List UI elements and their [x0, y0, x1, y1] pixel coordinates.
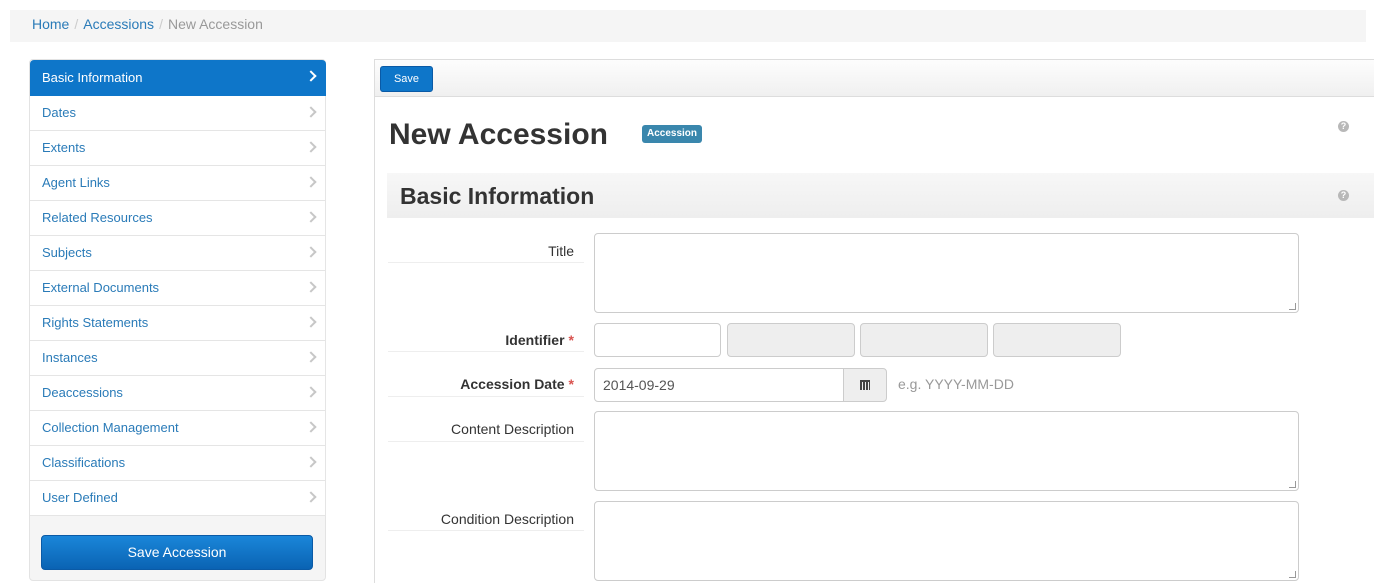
title-label-text: Title	[548, 243, 574, 259]
sidebar-item-subjects[interactable]: Subjects	[30, 236, 326, 271]
breadcrumb-separator: /	[74, 16, 79, 32]
save-accession-button[interactable]: Save Accession	[41, 535, 313, 570]
sidebar-item-related-resources[interactable]: Related Resources	[30, 201, 326, 236]
save-button[interactable]: Save	[380, 66, 433, 92]
sidebar-item-agent-links[interactable]: Agent Links	[30, 166, 326, 201]
sidebar-item-extents[interactable]: Extents	[30, 131, 326, 166]
sidebar-item-label: Basic Information	[42, 70, 143, 85]
calendar-button[interactable]	[843, 368, 887, 402]
chevron-right-icon	[305, 456, 317, 468]
sidebar-item-label: Instances	[42, 350, 98, 365]
sidebar-nav: Basic Information Dates Extents Agent Li…	[30, 60, 326, 516]
sidebar-item-label: Classifications	[42, 455, 126, 470]
breadcrumb-separator: /	[159, 16, 163, 32]
identifier-input-3[interactable]	[860, 323, 988, 357]
identifier-input-4[interactable]	[993, 323, 1121, 357]
resize-handle-icon[interactable]	[1289, 481, 1296, 488]
calendar-icon	[860, 380, 870, 390]
chevron-right-icon	[305, 70, 317, 82]
chevron-right-icon	[305, 351, 317, 363]
breadcrumb-accessions-link[interactable]: Accessions	[83, 16, 154, 32]
row-divider	[388, 530, 584, 531]
sidebar-item-label: User Defined	[42, 490, 118, 505]
required-asterisk-icon: *	[568, 332, 574, 348]
identifier-input-2[interactable]	[727, 323, 855, 357]
sidebar-item-label: Collection Management	[42, 420, 179, 435]
sidebar-item-label: Extents	[42, 140, 86, 155]
title-label: Title	[388, 243, 584, 259]
chevron-right-icon	[305, 246, 317, 258]
condition-description-label: Condition Description	[388, 511, 584, 527]
main-content: Save New Accession Accession ? Basic Inf…	[374, 59, 1374, 583]
sidebar: Basic Information Dates Extents Agent Li…	[29, 59, 326, 581]
sidebar-item-label: Related Resources	[42, 210, 153, 225]
identifier-label: Identifier *	[388, 332, 584, 348]
record-type-badge: Accession	[642, 125, 703, 143]
accession-date-input[interactable]: 2014-09-29	[594, 368, 844, 402]
sidebar-item-rights-statements[interactable]: Rights Statements	[30, 306, 326, 341]
chevron-right-icon	[305, 176, 317, 188]
accession-date-label: Accession Date *	[388, 376, 584, 392]
content-description-textarea[interactable]	[594, 411, 1299, 491]
identifier-input-1[interactable]	[594, 323, 721, 357]
chevron-right-icon	[305, 281, 317, 293]
chevron-right-icon	[305, 386, 317, 398]
page-title: New Accession	[389, 118, 608, 151]
sidebar-item-label: Dates	[42, 105, 76, 120]
identifier-label-text: Identifier	[505, 332, 565, 348]
date-format-hint: e.g. YYYY-MM-DD	[898, 376, 1014, 392]
sidebar-item-user-defined[interactable]: User Defined	[30, 481, 326, 516]
chevron-right-icon	[305, 106, 317, 118]
toolbar: Save	[375, 60, 1374, 97]
row-divider	[388, 396, 584, 397]
sidebar-item-label: Deaccessions	[42, 385, 123, 400]
accession-date-label-text: Accession Date	[460, 376, 565, 392]
sidebar-item-instances[interactable]: Instances	[30, 341, 326, 376]
sidebar-item-dates[interactable]: Dates	[30, 96, 326, 131]
chevron-right-icon	[305, 211, 317, 223]
section-title: Basic Information	[400, 183, 595, 209]
breadcrumb-home-link[interactable]: Home	[32, 16, 69, 32]
chevron-right-icon	[305, 141, 317, 153]
chevron-right-icon	[305, 491, 317, 503]
sidebar-item-label: Subjects	[42, 245, 92, 260]
sidebar-item-external-documents[interactable]: External Documents	[30, 271, 326, 306]
row-divider	[388, 441, 584, 442]
content-description-label: Content Description	[388, 421, 584, 437]
required-asterisk-icon: *	[568, 376, 574, 392]
sidebar-item-deaccessions[interactable]: Deaccessions	[30, 376, 326, 411]
help-icon[interactable]: ?	[1338, 121, 1349, 132]
resize-handle-icon[interactable]	[1289, 303, 1296, 310]
chevron-right-icon	[305, 421, 317, 433]
sidebar-item-label: Agent Links	[42, 175, 110, 190]
title-textarea[interactable]	[594, 233, 1299, 313]
sidebar-item-collection-management[interactable]: Collection Management	[30, 411, 326, 446]
breadcrumb-current: New Accession	[167, 16, 263, 32]
chevron-right-icon	[305, 316, 317, 328]
condition-description-label-text: Condition Description	[440, 511, 574, 527]
content-description-label-text: Content Description	[451, 421, 574, 437]
sidebar-item-label: External Documents	[42, 280, 160, 295]
resize-handle-icon[interactable]	[1289, 571, 1296, 578]
condition-description-textarea[interactable]	[594, 501, 1299, 581]
sidebar-item-basic-information[interactable]: Basic Information	[30, 60, 326, 96]
breadcrumb: Home / Accessions / New Accession	[10, 10, 1366, 42]
row-divider	[388, 262, 584, 263]
sidebar-item-label: Rights Statements	[42, 315, 149, 330]
row-divider	[388, 351, 584, 352]
help-icon[interactable]: ?	[1338, 190, 1349, 201]
section-header: Basic Information ?	[387, 173, 1374, 218]
sidebar-item-classifications[interactable]: Classifications	[30, 446, 326, 481]
